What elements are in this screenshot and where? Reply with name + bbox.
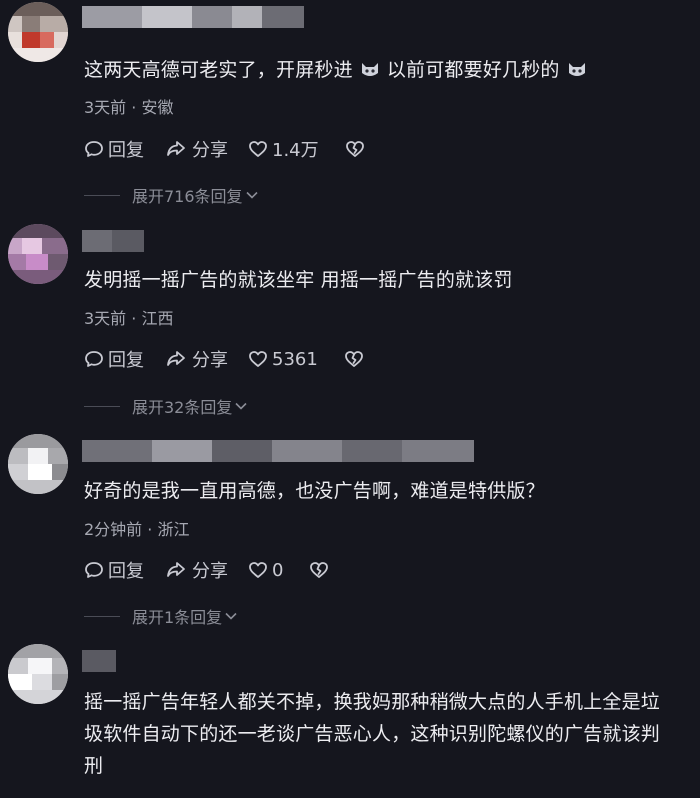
- comment-text: 发明摇一摇广告的就该坐牢 用摇一摇广告的就该罚: [84, 269, 513, 291]
- cat-face-icon: [359, 57, 381, 77]
- username-blurred[interactable]: [82, 6, 304, 28]
- dislike-button[interactable]: [344, 349, 364, 369]
- expand-replies[interactable]: 展开32条回复: [84, 395, 248, 417]
- comment-meta: 3天前 · 江西: [84, 309, 174, 328]
- comment-actions: 回复 分享 1.4万: [84, 136, 385, 162]
- share-icon: [167, 141, 185, 156]
- avatar[interactable]: [8, 644, 68, 704]
- share-button[interactable]: 分享: [164, 557, 228, 583]
- expand-replies[interactable]: 展开716条回复: [84, 184, 259, 206]
- like-count: 0: [272, 559, 284, 581]
- avatar[interactable]: [8, 224, 68, 284]
- share-button[interactable]: 分享: [164, 346, 228, 372]
- chevron-down-icon: [235, 402, 247, 410]
- avatar[interactable]: [8, 434, 68, 494]
- share-icon: [167, 351, 185, 366]
- chevron-down-icon: [225, 612, 237, 620]
- username-blurred[interactable]: [82, 440, 474, 462]
- reply-icon: [85, 562, 103, 578]
- like-button[interactable]: 5361: [248, 349, 318, 370]
- comment-meta: 3天前 · 安徽: [84, 98, 174, 117]
- username-blurred[interactable]: [82, 650, 116, 672]
- share-button[interactable]: 分享: [164, 136, 228, 162]
- avatar[interactable]: [8, 2, 68, 62]
- reply-icon: [85, 351, 103, 367]
- comment-text: 这两天高德可老实了，开屏秒进 以前可都要好几秒的: [84, 54, 676, 86]
- comment-text: 好奇的是我一直用高德，也没广告啊，难道是特供版？: [84, 480, 545, 502]
- share-icon: [167, 562, 185, 577]
- divider-line: [84, 405, 120, 407]
- dislike-button[interactable]: [345, 139, 365, 159]
- comment-text: 摇一摇广告年轻人都关不掉，换我妈那种稍微大点的人手机上全是垃圾软件自动下的还一老…: [84, 691, 661, 777]
- reply-button[interactable]: 回复: [84, 557, 144, 583]
- cat-face-icon: [566, 57, 588, 77]
- reply-button[interactable]: 回复: [84, 136, 144, 162]
- reply-button[interactable]: 回复: [84, 346, 144, 372]
- comment-actions: 回复 分享 0: [84, 557, 349, 583]
- like-button[interactable]: 0: [248, 560, 283, 581]
- chevron-down-icon: [245, 191, 258, 199]
- expand-replies[interactable]: 展开1条回复: [84, 605, 238, 627]
- broken-heart-icon: [310, 562, 329, 578]
- reply-icon: [85, 141, 103, 157]
- like-button[interactable]: 1.4万: [248, 136, 319, 162]
- heart-icon: [249, 141, 267, 157]
- heart-icon: [249, 562, 267, 578]
- comment-actions: 回复 分享 5361: [84, 346, 384, 372]
- dislike-button[interactable]: [309, 560, 329, 580]
- like-count: 5361: [272, 348, 318, 370]
- divider-line: [84, 615, 120, 617]
- broken-heart-icon: [345, 141, 364, 157]
- divider-line: [84, 194, 120, 196]
- broken-heart-icon: [344, 351, 363, 367]
- heart-icon: [249, 351, 267, 367]
- comment-meta: 2分钟前 · 浙江: [84, 520, 190, 539]
- like-count: 1.4万: [272, 140, 319, 161]
- username-blurred[interactable]: [82, 230, 144, 252]
